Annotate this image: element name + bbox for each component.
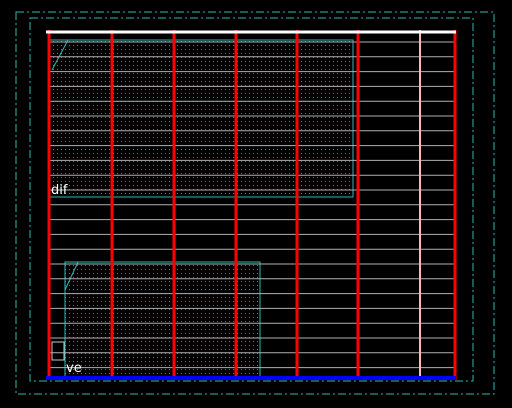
layout-canvas[interactable] — [0, 0, 512, 408]
diffusion-label: dif — [51, 183, 68, 198]
small-box — [51, 341, 65, 361]
diffusion-region-lower[interactable] — [64, 261, 261, 379]
diffusion-region-upper[interactable] — [49, 39, 354, 198]
via-label: ve — [66, 361, 82, 376]
